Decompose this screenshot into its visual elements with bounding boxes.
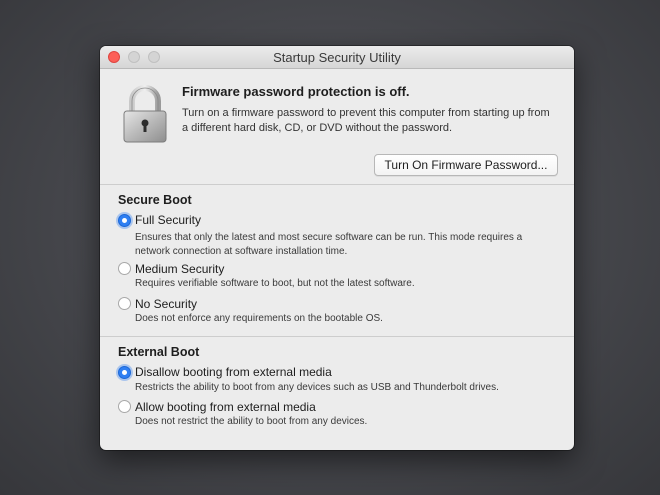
no-security-radio[interactable]	[118, 297, 131, 310]
firmware-description: Turn on a firmware password to prevent t…	[182, 107, 550, 134]
disallow-external-boot-label[interactable]: Disallow booting from external media	[135, 365, 332, 379]
disallow-external-boot-radio[interactable]	[118, 366, 131, 379]
allow-external-boot-description: Does not restrict the ability to boot fr…	[135, 416, 368, 427]
full-security-description: Ensures that only the latest and most se…	[135, 232, 523, 257]
medium-security-description: Requires verifiable software to boot, bu…	[135, 278, 415, 289]
no-security-label[interactable]: No Security	[135, 297, 197, 311]
firmware-status-title: Firmware password protection is off.	[182, 84, 410, 99]
allow-external-boot-label[interactable]: Allow booting from external media	[135, 400, 316, 414]
secure-boot-heading: Secure Boot	[118, 193, 192, 207]
full-security-label[interactable]: Full Security	[135, 213, 201, 227]
medium-security-radio[interactable]	[118, 262, 131, 275]
startup-security-window: Startup Security Utility Firmware passwo…	[100, 46, 574, 450]
no-security-description: Does not enforce any requirements on the…	[135, 313, 383, 324]
section-divider	[100, 336, 574, 337]
turn-on-firmware-password-button[interactable]: Turn On Firmware Password...	[374, 154, 558, 176]
title-bar[interactable]: Startup Security Utility	[100, 46, 574, 69]
padlock-icon	[123, 85, 167, 143]
medium-security-label[interactable]: Medium Security	[135, 262, 224, 276]
allow-external-boot-radio[interactable]	[118, 400, 131, 413]
window-title: Startup Security Utility	[273, 50, 401, 65]
full-security-radio[interactable]	[118, 214, 131, 227]
external-boot-heading: External Boot	[118, 345, 200, 359]
disallow-external-boot-description: Restricts the ability to boot from any d…	[135, 382, 499, 393]
section-divider	[100, 184, 574, 185]
